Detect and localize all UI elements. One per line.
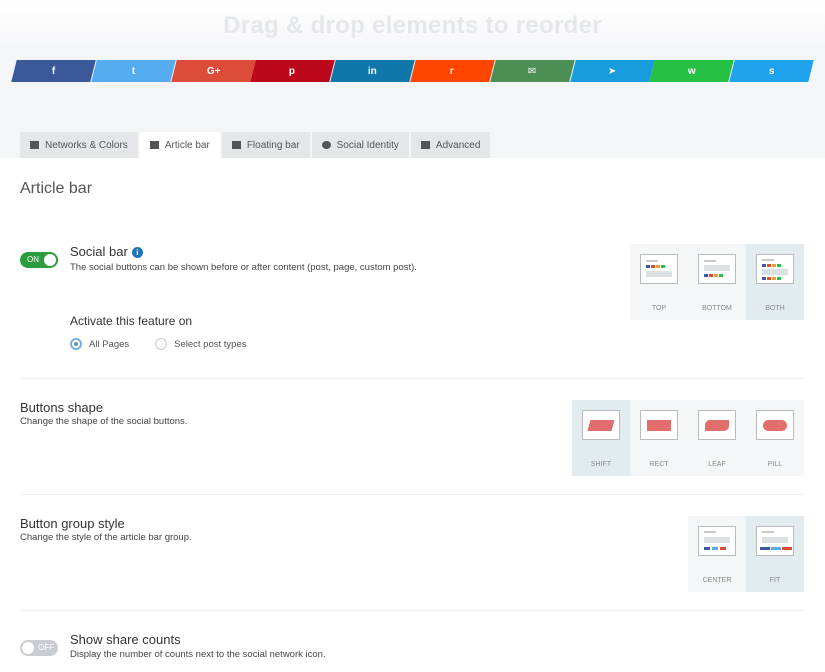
tab-social-identity[interactable]: Social Identity: [311, 132, 409, 158]
leaf-shape: [705, 419, 729, 431]
share-counts-description: Display the number of counts next to the…: [70, 649, 326, 660]
shape-option-rect[interactable]: RECT: [630, 400, 688, 476]
group-style-option-center[interactable]: CENTER: [688, 516, 746, 592]
tab-article-bar[interactable]: Article bar: [139, 132, 220, 158]
tab-label: Social Identity: [336, 139, 399, 151]
social-bar-title: Social bar i: [70, 244, 143, 259]
advanced-icon: [420, 141, 430, 149]
telegram-button[interactable]: ➤: [569, 60, 655, 82]
section-divider: [20, 610, 805, 611]
position-thumbnail: [698, 254, 736, 284]
google-plus-icon: G+: [206, 65, 220, 77]
social-bar-title-text: Social bar: [70, 244, 128, 259]
reddit-button[interactable]: r: [410, 60, 495, 82]
shape-option-pill[interactable]: PILL: [746, 400, 804, 476]
shape-thumbnail: [698, 410, 736, 440]
whatsapp-button[interactable]: w: [649, 60, 734, 82]
tab-networks-colors[interactable]: Networks & Colors: [20, 132, 138, 158]
section-title: Article bar: [20, 180, 93, 197]
option-label: SHIFT: [590, 461, 612, 468]
button-group-style-title: Button group style: [20, 516, 125, 531]
twitter-button[interactable]: t: [91, 60, 176, 82]
tab-label: Networks & Colors: [45, 139, 128, 151]
article-icon: [149, 141, 159, 149]
shape-thumbnail: [756, 410, 794, 440]
buttons-shape-description: Change the shape of the social buttons.: [20, 416, 188, 427]
shape-options: SHIFT RECT LEAF PILL: [572, 400, 804, 476]
social-bar-toggle[interactable]: ON: [20, 252, 58, 268]
radio-select-post-types[interactable]: [155, 338, 168, 350]
floating-icon: [231, 141, 241, 149]
button-group-style-description: Change the style of the article bar grou…: [20, 532, 192, 543]
shape-thumbnail: [582, 410, 620, 440]
tab-label: Advanced: [435, 139, 481, 151]
option-label: FIT: [769, 577, 781, 584]
tab-advanced[interactable]: Advanced: [410, 132, 491, 158]
option-label: RECT: [649, 461, 669, 468]
settings-tabs: Networks & Colors Article bar Floating b…: [20, 132, 492, 158]
skype-icon: s: [768, 65, 775, 77]
radio-all-pages[interactable]: [70, 338, 82, 350]
option-label: PILL: [767, 461, 783, 468]
reddit-icon: r: [450, 65, 455, 77]
shape-thumbnail: [640, 410, 678, 440]
pinterest-button[interactable]: p: [250, 60, 335, 82]
image-icon: [30, 141, 39, 149]
rect-shape: [647, 419, 671, 431]
option-label: BOTTOM: [702, 305, 732, 312]
group-style-option-fit[interactable]: FIT: [746, 516, 804, 592]
pill-shape: [763, 419, 787, 431]
drag-reorder-title: Drag & drop elements to reorder: [223, 12, 602, 39]
twitter-icon: t: [131, 65, 135, 77]
position-options: TOP BOTTOM BOTH: [630, 244, 804, 320]
email-button[interactable]: ✉: [490, 60, 575, 82]
tab-label: Floating bar: [246, 139, 300, 151]
telegram-icon: ➤: [607, 65, 617, 77]
toggle-state-label: OFF: [38, 643, 54, 652]
position-thumbnail: [756, 254, 794, 284]
share-icon: [321, 141, 331, 149]
share-counts-toggle[interactable]: OFF: [20, 640, 58, 656]
activate-feature-label: Activate this feature on: [70, 314, 193, 328]
info-icon[interactable]: i: [131, 247, 143, 258]
section-divider: [20, 378, 805, 379]
position-option-top[interactable]: TOP: [630, 244, 688, 320]
radio-label: Select post types: [174, 338, 247, 350]
social-buttons-strip: f t G+ p in r ✉ ➤ w s: [11, 60, 814, 82]
toggle-state-label: ON: [27, 255, 39, 264]
shape-option-leaf[interactable]: LEAF: [688, 400, 746, 476]
skype-button[interactable]: s: [729, 60, 814, 82]
shape-option-shift[interactable]: SHIFT: [572, 400, 630, 476]
group-style-thumbnail: [698, 526, 736, 556]
facebook-button[interactable]: f: [11, 60, 96, 82]
share-counts-title: Show share counts: [70, 632, 181, 647]
option-label: BOTH: [765, 305, 785, 312]
social-bar-description: The social buttons can be shown before o…: [70, 262, 417, 273]
option-label: CENTER: [702, 577, 732, 584]
group-style-thumbnail: [756, 526, 794, 556]
shift-shape: [587, 419, 615, 431]
toggle-knob: [22, 642, 34, 654]
whatsapp-icon: w: [687, 65, 696, 77]
tab-floating-bar[interactable]: Floating bar: [221, 132, 310, 158]
facebook-icon: f: [51, 65, 56, 77]
tab-label: Article bar: [164, 139, 210, 151]
option-label: TOP: [651, 305, 667, 312]
option-label: LEAF: [708, 461, 726, 468]
position-option-both[interactable]: BOTH: [746, 244, 804, 320]
activate-radio-group: All Pages Select post types: [70, 338, 247, 350]
linkedin-button[interactable]: in: [330, 60, 415, 82]
section-divider: [20, 494, 805, 495]
email-icon: ✉: [527, 65, 537, 77]
toggle-knob: [44, 254, 56, 266]
pinterest-icon: p: [289, 65, 296, 77]
google-plus-button[interactable]: G+: [170, 60, 256, 82]
group-style-options: CENTER FIT: [688, 516, 804, 592]
linkedin-icon: in: [368, 65, 378, 77]
position-thumbnail: [640, 254, 678, 284]
position-option-bottom[interactable]: BOTTOM: [688, 244, 746, 320]
buttons-shape-title: Buttons shape: [20, 400, 104, 415]
radio-label: All Pages: [89, 338, 130, 350]
